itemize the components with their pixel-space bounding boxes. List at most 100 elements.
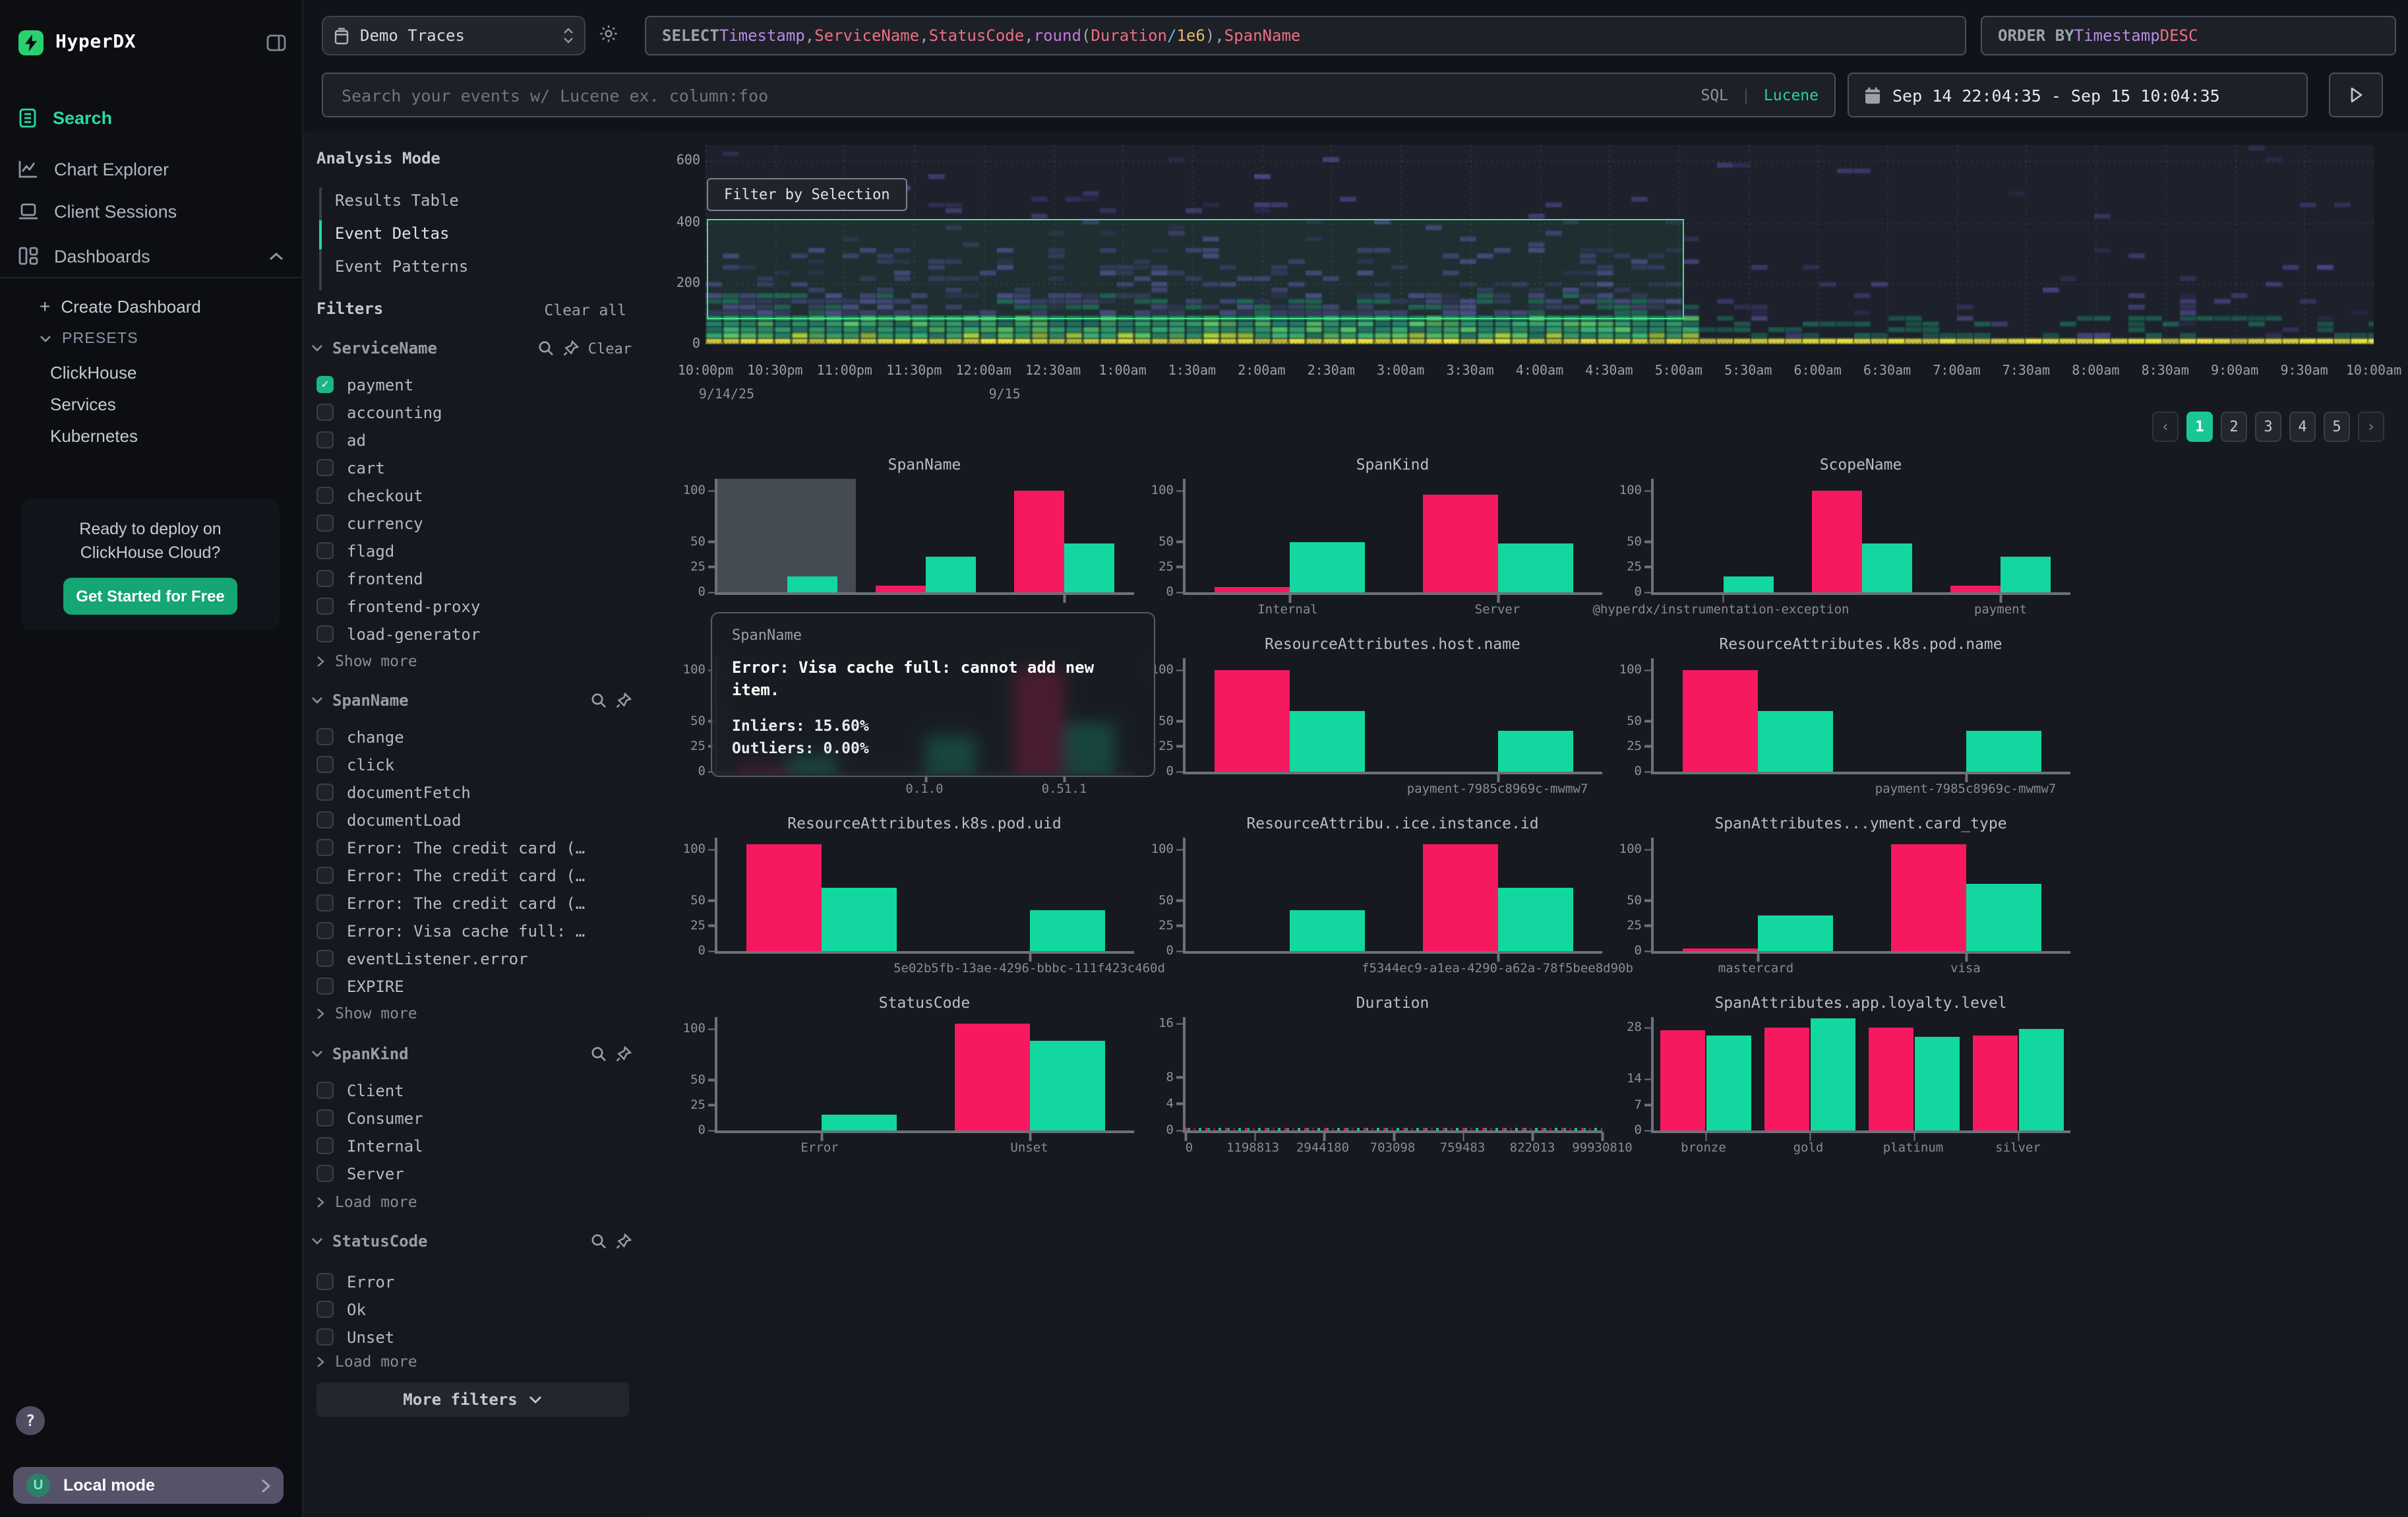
inlier-bar[interactable]	[1030, 910, 1105, 951]
checkbox[interactable]	[316, 625, 334, 642]
order-by-input[interactable]: ORDER BY Timestamp DESC	[1981, 16, 2396, 55]
inlier-bar[interactable]	[2001, 557, 2051, 592]
mini-chart-plot[interactable]: 10050250	[1183, 658, 1602, 774]
outlier-bar[interactable]	[746, 845, 822, 951]
outlier-bar[interactable]	[876, 585, 926, 592]
filter-option-ad[interactable]: ad	[303, 426, 642, 454]
outlier-bar[interactable]	[1764, 1028, 1810, 1130]
clear-all-button[interactable]: Clear all	[544, 301, 626, 319]
filter-option-currency[interactable]: currency	[303, 509, 642, 537]
inlier-bar[interactable]	[1065, 543, 1115, 592]
checkbox[interactable]	[316, 1137, 334, 1154]
filter-option-load-generator[interactable]: load-generator	[303, 620, 642, 648]
date-range-picker[interactable]: Sep 14 22:04:35 - Sep 15 10:04:35	[1848, 73, 2308, 117]
filter-option-error-the-credit-card-[interactable]: Error: The credit card (…	[303, 889, 642, 917]
filter-group-clear[interactable]: Clear	[588, 340, 632, 357]
page-button-4[interactable]: 4	[2289, 412, 2316, 442]
search-icon[interactable]	[538, 340, 554, 356]
spankind-load-more[interactable]: Load more	[316, 1192, 417, 1211]
filter-by-selection-button[interactable]: Filter by Selection	[707, 178, 907, 211]
sidebar-collapse-icon[interactable]	[266, 34, 286, 51]
gear-icon[interactable]	[599, 24, 618, 44]
search-icon[interactable]	[591, 1233, 607, 1249]
checkbox[interactable]	[316, 756, 334, 773]
chevron-down-icon[interactable]	[311, 1050, 323, 1058]
mini-chart-plot[interactable]: 10050250	[1183, 479, 1602, 595]
outlier-bar[interactable]	[1972, 1036, 2018, 1130]
inlier-bar[interactable]	[1706, 1036, 1752, 1130]
inlier-bar[interactable]	[1758, 711, 1833, 772]
analysis-mode-results-table[interactable]: Results Table	[335, 191, 459, 210]
mini-chart-plot[interactable]: 10050250	[715, 479, 1134, 595]
inlier-bar[interactable]	[1498, 888, 1573, 951]
filter-option-eventlistener-error[interactable]: eventListener.error	[303, 944, 642, 972]
mini-chart-plot[interactable]: 10050250	[1183, 838, 1602, 954]
create-dashboard-button[interactable]: + Create Dashboard	[40, 295, 201, 317]
filter-option-error-the-credit-card-[interactable]: Error: The credit card (…	[303, 861, 642, 889]
pin-icon[interactable]	[616, 693, 632, 708]
outlier-bar[interactable]	[1683, 670, 1758, 772]
inlier-bar[interactable]	[1723, 577, 1773, 592]
inlier-bar[interactable]	[1966, 731, 2041, 772]
presets-toggle[interactable]: PRESETS	[40, 331, 138, 347]
checkbox[interactable]	[316, 404, 334, 421]
filter-option-unset[interactable]: Unset	[303, 1323, 642, 1351]
mini-chart-plot[interactable]: 10050250	[1651, 838, 2070, 954]
checkbox[interactable]	[316, 728, 334, 745]
mini-chart-plot[interactable]: 10050250	[1651, 658, 2070, 774]
checkbox[interactable]	[316, 811, 334, 828]
outlier-bar[interactable]	[1215, 670, 1290, 772]
inlier-bar[interactable]	[822, 888, 897, 951]
language-toggle-lucene[interactable]: Lucene	[1764, 86, 1819, 104]
filter-option-error[interactable]: Error	[303, 1268, 642, 1295]
filter-option-checkout[interactable]: checkout	[303, 481, 642, 509]
outlier-bar[interactable]	[1951, 586, 2001, 592]
inlier-bar[interactable]	[2018, 1029, 2064, 1130]
filter-option-cart[interactable]: cart	[303, 454, 642, 481]
chevron-down-icon[interactable]	[311, 1237, 323, 1245]
pin-icon[interactable]	[563, 340, 579, 356]
spanname-show-more[interactable]: Show more	[316, 1004, 417, 1022]
outlier-bar[interactable]	[1868, 1028, 1914, 1130]
page-button-3[interactable]: 3	[2255, 412, 2281, 442]
filter-option-documentload[interactable]: documentLoad	[303, 806, 642, 834]
checkbox[interactable]	[316, 542, 334, 559]
filter-option-flagd[interactable]: flagd	[303, 537, 642, 565]
filter-option-internal[interactable]: Internal	[303, 1132, 642, 1160]
page-button-1[interactable]: 1	[2186, 412, 2213, 442]
filter-option-server[interactable]: Server	[303, 1160, 642, 1187]
filter-option-frontend-proxy[interactable]: frontend-proxy	[303, 592, 642, 620]
mini-chart-plot[interactable]: 10050250	[715, 838, 1134, 954]
analysis-mode-event-deltas[interactable]: Event Deltas	[335, 224, 449, 243]
mini-chart-plot[interactable]: 10050250	[1651, 479, 2070, 595]
filter-option-error-the-credit-card-[interactable]: Error: The credit card (…	[303, 834, 642, 861]
outlier-bar[interactable]	[1812, 491, 1862, 592]
page-button-5[interactable]: 5	[2324, 412, 2350, 442]
checkbox[interactable]	[316, 839, 334, 856]
page-next-button[interactable]: ›	[2358, 412, 2384, 442]
filter-option-ok[interactable]: Ok	[303, 1295, 642, 1323]
run-query-button[interactable]	[2329, 73, 2383, 117]
filter-option-client[interactable]: Client	[303, 1076, 642, 1104]
filter-option-error-visa-cache-full-[interactable]: Error: Visa cache full: …	[303, 917, 642, 944]
checkbox[interactable]	[316, 1328, 334, 1346]
search-icon[interactable]	[591, 1046, 607, 1062]
page-prev-button[interactable]: ‹	[2152, 412, 2179, 442]
preset-services[interactable]: Services	[50, 394, 116, 414]
inlier-bar[interactable]	[1966, 883, 2041, 951]
page-button-2[interactable]: 2	[2221, 412, 2247, 442]
checkbox[interactable]	[316, 570, 334, 587]
heatmap-selection[interactable]	[707, 219, 1684, 319]
sidebar-item-dashboards[interactable]: Dashboards	[0, 239, 302, 273]
search-input[interactable]	[339, 84, 1687, 106]
filter-option-accounting[interactable]: accounting	[303, 398, 642, 426]
mini-chart-plot[interactable]: 281470	[1651, 1017, 2070, 1133]
filter-option-expire[interactable]: EXPIRE	[303, 972, 642, 1000]
language-toggle-sql[interactable]: SQL	[1701, 86, 1728, 104]
filter-option-click[interactable]: click	[303, 751, 642, 778]
filter-option-consumer[interactable]: Consumer	[303, 1104, 642, 1132]
mini-chart-plot[interactable]: 16840	[1183, 1017, 1602, 1133]
checkbox[interactable]	[316, 459, 334, 476]
source-select[interactable]: Demo Traces	[322, 16, 586, 55]
inlier-bar[interactable]	[1862, 543, 1912, 592]
